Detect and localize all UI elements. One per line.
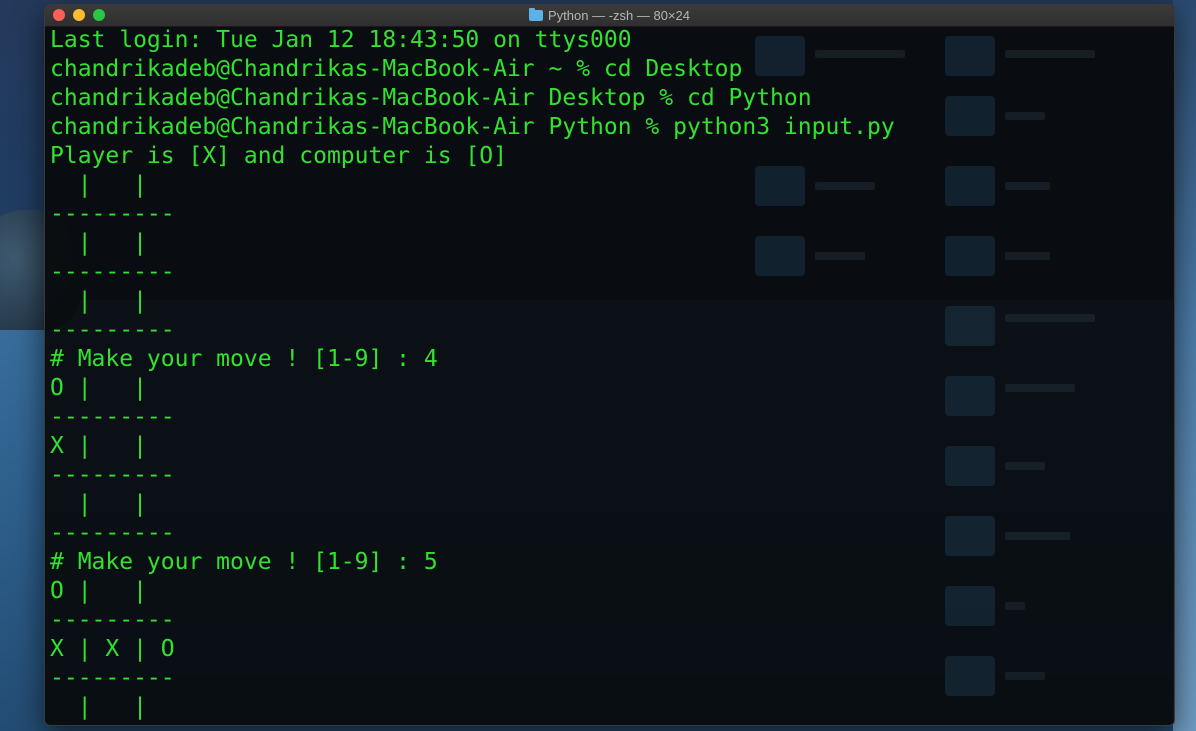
terminal-line: --------- [50, 317, 175, 343]
terminal-line: chandrikadeb@Chandrikas-MacBook-Air Desk… [50, 84, 1170, 113]
terminal-line: | | [50, 491, 147, 517]
desktop-wallpaper-edge [1173, 0, 1196, 731]
window-title-text: Python — -zsh — 80×24 [548, 8, 690, 23]
terminal-line: X | | [50, 433, 147, 459]
terminal-line: # Make your move ! [1-9] : 5 [50, 549, 438, 575]
terminal-line: # Make your move ! [1-9] : 4 [50, 346, 438, 372]
terminal-line: --------- [50, 665, 175, 691]
terminal-line: --------- [50, 520, 175, 546]
terminal-window[interactable]: Python — -zsh — 80×24 Last login: Tue Ja… [44, 4, 1175, 726]
terminal-line: chandrikadeb@Chandrikas-MacBook-Air Pyth… [50, 113, 1170, 142]
window-titlebar[interactable]: Python — -zsh — 80×24 [45, 5, 1174, 27]
terminal-line: X | X | O [50, 636, 175, 662]
terminal-line: chandrikadeb@Chandrikas-MacBook-Air ~ % … [50, 55, 1170, 84]
terminal-line: --------- [50, 462, 175, 488]
terminal-line: | | [50, 230, 147, 256]
terminal-line: --------- [50, 607, 175, 633]
terminal-line: O | | [50, 578, 147, 604]
terminal-line: | | [50, 288, 147, 314]
terminal-line: | | [50, 694, 147, 720]
terminal-line: --------- [50, 404, 175, 430]
window-title: Python — -zsh — 80×24 [45, 8, 1174, 23]
folder-icon [529, 8, 543, 21]
terminal-line: --------- [50, 259, 175, 285]
terminal-line: O | | [50, 375, 147, 401]
terminal-line: Last login: Tue Jan 12 18:43:50 on ttys0… [50, 27, 632, 53]
terminal-output[interactable]: Last login: Tue Jan 12 18:43:50 on ttys0… [50, 26, 1170, 725]
terminal-line: --------- [50, 201, 175, 227]
terminal-line: | | [50, 172, 147, 198]
terminal-line: Player is [X] and computer is [O] [50, 143, 507, 169]
